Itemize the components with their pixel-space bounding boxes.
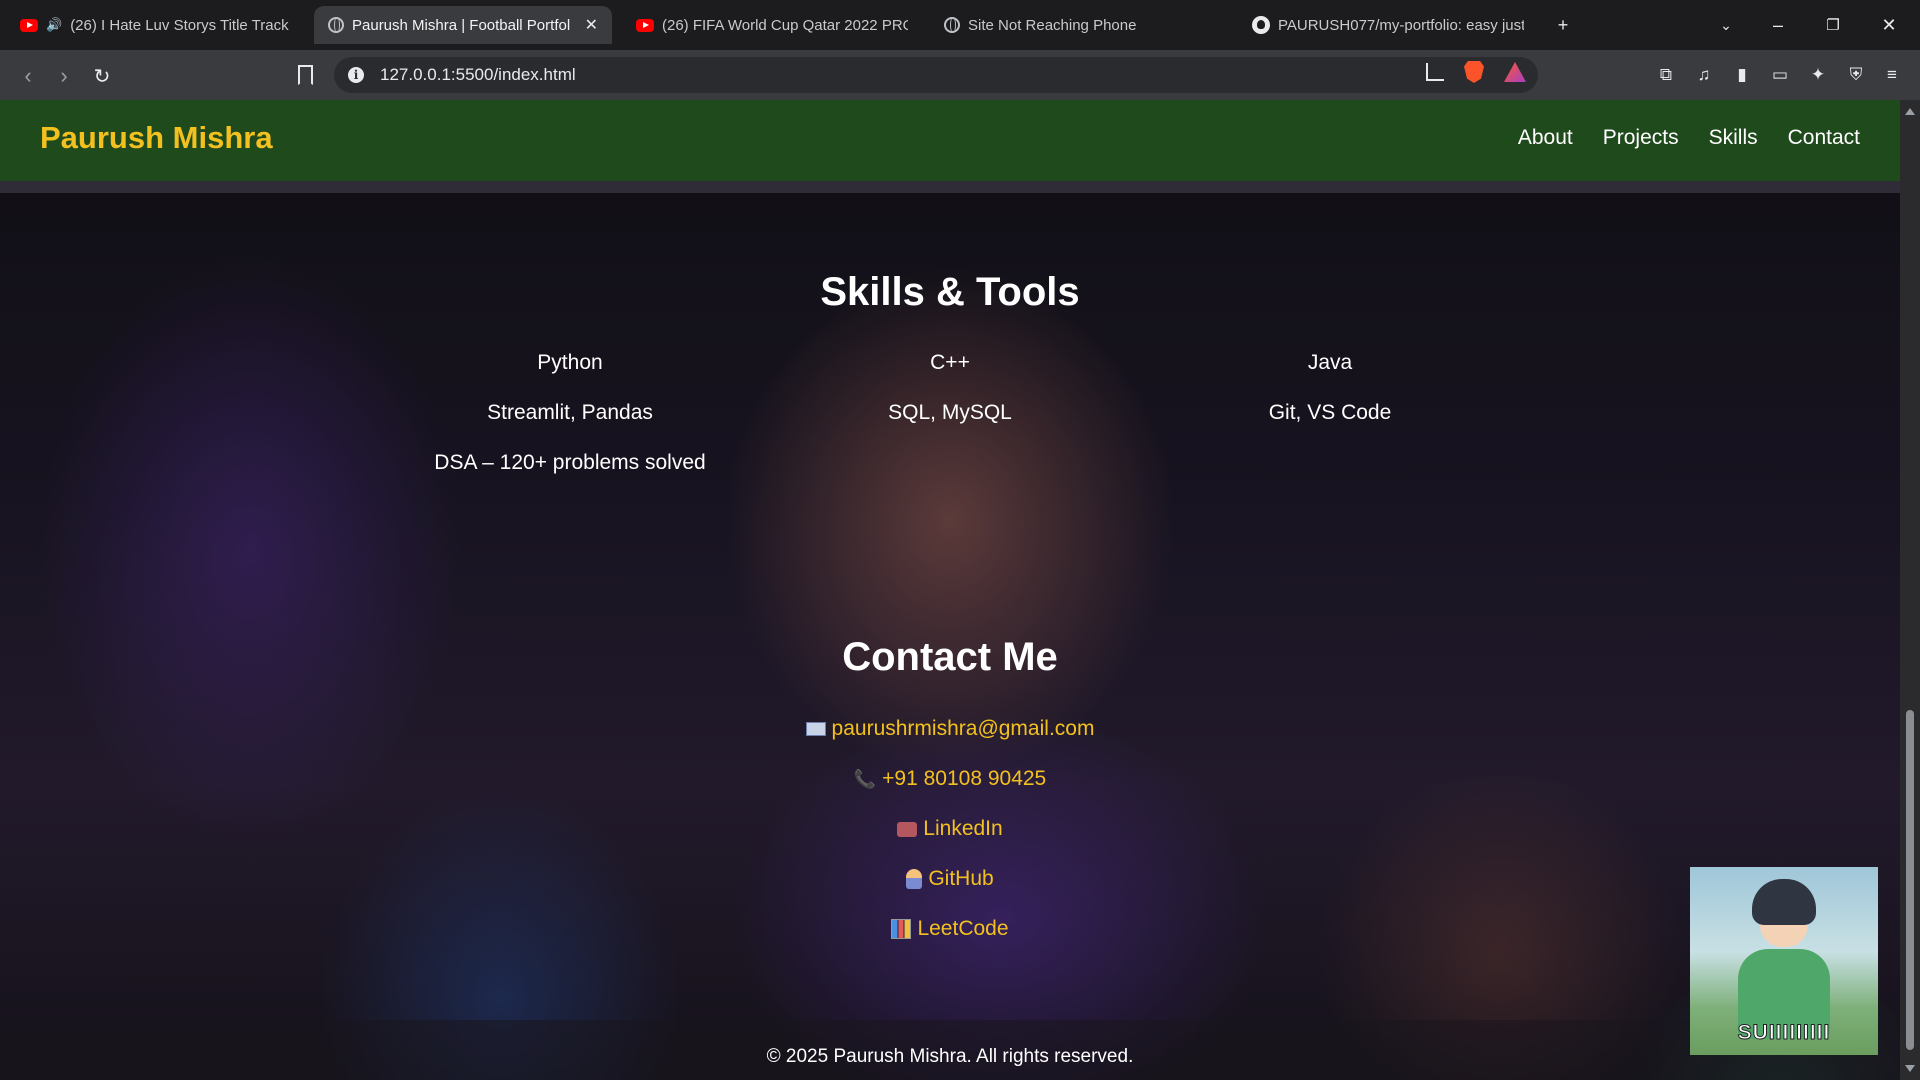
site-logo[interactable]: Paurush Mishra	[40, 120, 273, 156]
envelope-icon	[805, 722, 826, 737]
browser-tab-active[interactable]: Paurush Mishra | Football Portfol ✕	[314, 6, 612, 44]
minimize-icon[interactable]: –	[1765, 12, 1791, 38]
brave-shields-icon[interactable]: 1	[1464, 61, 1484, 83]
browser-tab[interactable]: Site Not Reaching Phone	[930, 6, 1230, 44]
scroll-down-arrow-icon[interactable]	[1905, 1065, 1915, 1072]
tab-title: Site Not Reaching Phone	[968, 16, 1137, 34]
email-link[interactable]: paurushrmishra@gmail.com	[832, 717, 1095, 740]
tab-search-chevron-icon[interactable]: ⌄	[1713, 12, 1739, 38]
speaker-icon[interactable]: 🔊	[46, 17, 62, 33]
extensions-icon[interactable]: ⧉	[1655, 64, 1677, 86]
leo-ai-icon[interactable]: ✦	[1807, 64, 1829, 86]
phone-link[interactable]: +91 80108 90425	[882, 767, 1046, 790]
github-icon	[1252, 16, 1270, 34]
tab-title: (26) FIFA World Cup Qatar 2022 PRO	[662, 16, 908, 34]
page-viewport: Paurush Mishra About Projects Skills Con…	[0, 100, 1900, 1080]
openai-icon	[944, 17, 960, 33]
media-icon[interactable]: ♫	[1693, 64, 1715, 86]
skill-item: Python	[537, 351, 603, 374]
address-bar[interactable]: i 127.0.0.1:5500/index.html 1 1	[334, 57, 1538, 93]
skill-item: DSA – 120+ problems solved	[434, 451, 706, 474]
brave-rewards-icon[interactable]: 1	[1504, 62, 1526, 82]
page-scrollbar[interactable]	[1900, 100, 1920, 1080]
shields-count-badge: 1	[1480, 61, 1484, 65]
contact-phone: 📞 +91 80108 90425	[0, 767, 1900, 791]
contact-linkedin: LinkedIn	[0, 817, 1900, 841]
reload-icon[interactable]: ↻	[88, 62, 116, 90]
contact-leetcode: LeetCode	[0, 917, 1900, 941]
section-divider	[0, 181, 1900, 193]
tab-title: PAURUSH077/my-portfolio: easy just	[1278, 16, 1524, 34]
site-info-icon[interactable]: i	[348, 67, 364, 83]
browser-toolbar: ‹ › ↻ i 127.0.0.1:5500/index.html 1 1 ⧉ …	[0, 50, 1920, 100]
footer-copyright: © 2025 Paurush Mishra. All rights reserv…	[766, 1046, 1134, 1067]
share-icon[interactable]	[1426, 63, 1444, 81]
contact-title: Contact Me	[842, 635, 1058, 679]
youtube-icon	[636, 18, 654, 32]
skill-item: Git, VS Code	[1268, 401, 1392, 424]
site-header: Paurush Mishra About Projects Skills Con…	[0, 100, 1900, 181]
contact-email: paurushrmishra@gmail.com	[0, 717, 1900, 741]
skill-item: SQL, MySQL	[888, 401, 1012, 424]
rewards-count-badge: 1	[1522, 62, 1526, 70]
browser-tab[interactable]: (26) FIFA World Cup Qatar 2022 PRO	[622, 6, 922, 44]
bar-chart-icon	[891, 919, 912, 940]
tab-title: (26) I Hate Luv Storys Title Track |	[70, 16, 292, 34]
forward-icon[interactable]: ›	[50, 62, 78, 90]
site-nav: About Projects Skills Contact	[1518, 126, 1860, 150]
scrollbar-thumb[interactable]	[1906, 710, 1914, 1050]
nav-link-contact[interactable]: Contact	[1788, 126, 1860, 150]
phone-icon: 📞	[853, 769, 877, 789]
picture-in-picture-sticker[interactable]: SUIIIIIIIII	[1690, 867, 1878, 1055]
linkedin-link[interactable]: LinkedIn	[923, 817, 1002, 840]
skill-item: C++	[930, 351, 970, 374]
briefcase-icon	[897, 821, 918, 837]
close-window-icon[interactable]: ✕	[1876, 12, 1902, 38]
vpn-shield-icon[interactable]: ⛨	[1845, 64, 1867, 86]
sticker-character-hair	[1752, 879, 1816, 925]
tab-title: Paurush Mishra | Football Portfol	[352, 16, 571, 34]
nav-link-about[interactable]: About	[1518, 126, 1573, 150]
scroll-up-arrow-icon[interactable]	[1905, 108, 1915, 115]
github-link[interactable]: GitHub	[928, 867, 993, 890]
url-text[interactable]: 127.0.0.1:5500/index.html	[380, 65, 576, 85]
skills-title: Skills & Tools	[820, 270, 1080, 314]
back-icon[interactable]: ‹	[14, 62, 42, 90]
skill-item: Streamlit, Pandas	[487, 401, 653, 424]
restore-icon[interactable]: ❐	[1820, 12, 1846, 38]
browser-tab[interactable]: 🔊 (26) I Hate Luv Storys Title Track |	[6, 6, 306, 44]
nav-link-projects[interactable]: Projects	[1603, 126, 1679, 150]
technologist-icon	[906, 869, 923, 890]
skill-item: Java	[1307, 351, 1353, 374]
leetcode-link[interactable]: LeetCode	[917, 917, 1008, 940]
globe-icon	[328, 17, 344, 33]
wallet-icon[interactable]: ▭	[1769, 64, 1791, 86]
browser-tab[interactable]: PAURUSH077/my-portfolio: easy just	[1238, 6, 1538, 44]
new-tab-button[interactable]: +	[1550, 12, 1576, 38]
sidebar-icon[interactable]: ▮	[1731, 64, 1753, 86]
contact-github: GitHub	[0, 867, 1900, 891]
browser-tab-strip: 🔊 (26) I Hate Luv Storys Title Track | P…	[0, 0, 1920, 50]
sticker-caption: SUIIIIIIIII	[1737, 1021, 1831, 1045]
youtube-icon	[20, 18, 38, 32]
close-tab-icon[interactable]: ✕	[585, 15, 598, 35]
bookmark-icon[interactable]	[298, 65, 313, 85]
nav-link-skills[interactable]: Skills	[1709, 126, 1758, 150]
menu-icon[interactable]: ≡	[1881, 64, 1903, 86]
